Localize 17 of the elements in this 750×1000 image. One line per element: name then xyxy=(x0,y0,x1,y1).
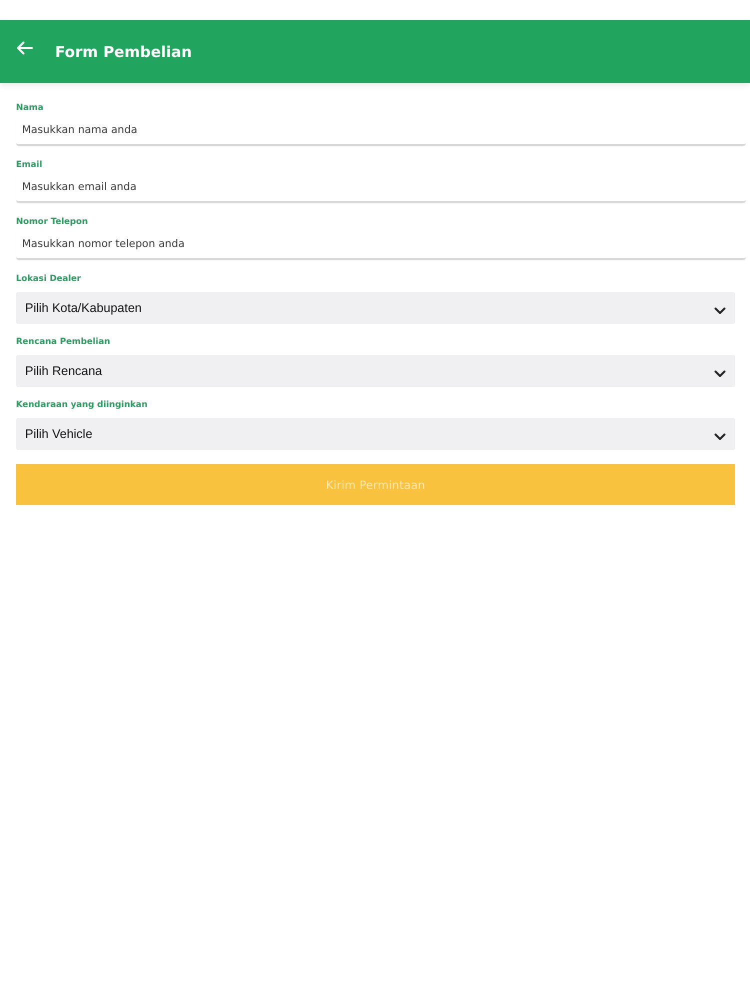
text-field[interactable]: Masukkan email anda xyxy=(16,173,746,203)
page-title: Form Pembelian xyxy=(55,42,192,62)
field-label: Lokasi Dealer xyxy=(16,273,82,285)
field-label: Kendaraan yang diinginkan xyxy=(16,399,148,411)
field-label: Nama xyxy=(16,102,44,114)
dropdown-field[interactable]: Pilih Vehicle xyxy=(16,418,735,450)
field-label: Rencana Pembelian xyxy=(16,336,110,348)
chevron-down-icon xyxy=(714,432,726,440)
dropdown-field[interactable]: Pilih Rencana xyxy=(16,355,735,387)
text-field[interactable]: Masukkan nama anda xyxy=(16,116,746,146)
field-label: Email xyxy=(16,159,42,171)
chevron-down-icon xyxy=(714,370,726,378)
text-field[interactable]: Masukkan nomor telepon anda xyxy=(16,230,746,260)
back-arrow-icon[interactable] xyxy=(16,40,33,54)
chevron-down-icon xyxy=(714,306,726,314)
dropdown-field[interactable]: Pilih Kota/Kabupaten xyxy=(16,292,735,324)
field-label: Nomor Telepon xyxy=(16,216,88,228)
